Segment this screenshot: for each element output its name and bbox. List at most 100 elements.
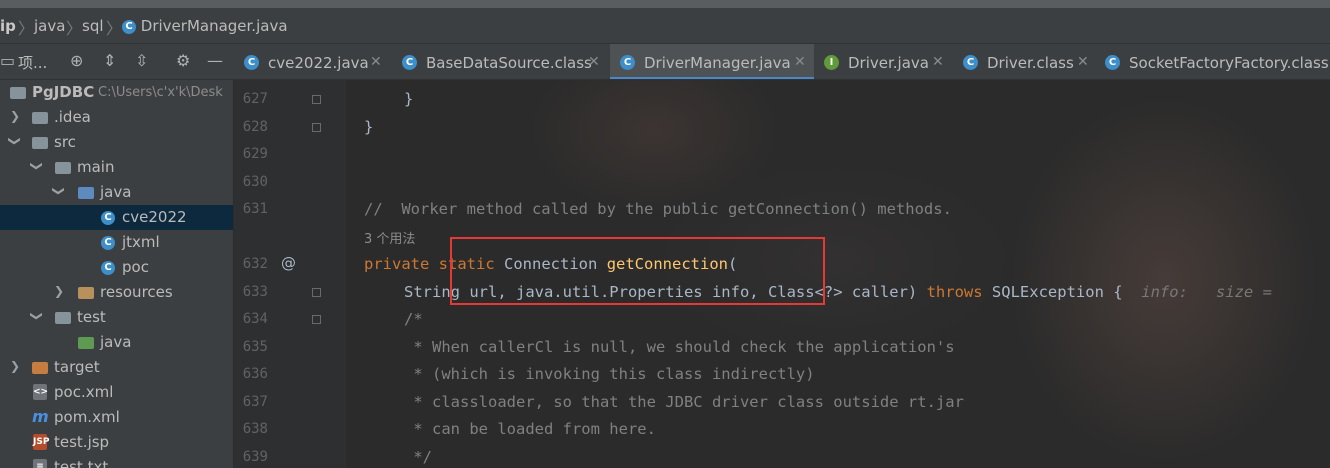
- usages-hint[interactable]: 3 个用法: [364, 228, 415, 247]
- chevron-down-icon[interactable]: ❯: [8, 136, 22, 146]
- project-panel-title[interactable]: 项...: [18, 52, 47, 73]
- locate-icon[interactable]: ⊕: [70, 52, 83, 70]
- close-icon[interactable]: ✕: [794, 54, 806, 70]
- tree-item-poc[interactable]: C poc: [0, 255, 233, 280]
- override-marker-icon[interactable]: @: [281, 254, 296, 272]
- tab-label: DriverManager.java: [644, 54, 791, 72]
- editor-gutter: 627 628 629 630 631 632 633 634 635 636 …: [234, 80, 346, 468]
- line-number: 636: [242, 366, 268, 382]
- module-folder-icon: [10, 87, 26, 99]
- close-icon[interactable]: ✕: [932, 54, 944, 70]
- chevron-down-icon[interactable]: ❯: [52, 186, 66, 196]
- tab-drivermanager[interactable]: C DriverManager.java ✕: [610, 44, 814, 79]
- class-icon: C: [101, 261, 115, 275]
- code-line-635: * When callerCl is null, we should check…: [404, 338, 955, 356]
- breadcrumb-item-sql[interactable]: sql: [82, 17, 104, 35]
- tree-item-main[interactable]: ❯ main: [0, 155, 233, 180]
- close-icon[interactable]: ✕: [370, 54, 382, 70]
- line-number: 634: [242, 311, 268, 327]
- code-line-631: // Worker method called by the public ge…: [364, 200, 952, 218]
- tree-item-java-main[interactable]: ❯ java: [0, 180, 233, 205]
- close-icon[interactable]: ✕: [588, 54, 600, 70]
- fold-marker-icon[interactable]: [312, 123, 321, 132]
- fold-marker-icon[interactable]: [312, 315, 321, 324]
- tree-item-label: poc.xml: [54, 383, 114, 401]
- hide-icon[interactable]: —: [207, 52, 223, 70]
- chevron-right-icon: 〉: [106, 19, 123, 38]
- tree-item-target[interactable]: ❯ target: [0, 355, 233, 380]
- tab-driver-java[interactable]: I Driver.java ✕: [814, 44, 953, 79]
- line-number: 638: [242, 421, 268, 437]
- tab-basedatasource[interactable]: C BaseDataSource.class ✕: [392, 44, 610, 79]
- tree-item-label: test.txt: [54, 458, 109, 468]
- chevron-right-icon: 〉: [66, 19, 83, 38]
- tab-label: Driver.class: [987, 54, 1074, 72]
- tree-item-test-txt[interactable]: ≡ test.txt: [0, 455, 233, 468]
- expand-all-icon[interactable]: ⇕: [103, 52, 116, 70]
- xml-file-icon: <>: [33, 384, 48, 400]
- tree-item-poc-xml[interactable]: <> poc.xml: [0, 380, 233, 405]
- debug-inlay-hint: info: size =: [1141, 283, 1272, 301]
- tree-item-pgjdbc[interactable]: PgJDBC C:\Users\c'x'k\Desk: [0, 80, 233, 105]
- project-tree: PgJDBC C:\Users\c'x'k\Desk ❯ .idea ❯ src…: [0, 80, 234, 468]
- close-icon[interactable]: ✕: [1077, 54, 1089, 70]
- tab-cve2022[interactable]: C cve2022.java ✕: [234, 44, 392, 79]
- class-icon: C: [402, 55, 417, 70]
- chevron-down-icon[interactable]: ❯: [30, 161, 44, 171]
- line-number: 628: [242, 119, 268, 135]
- folder-icon: [32, 137, 48, 149]
- text-file-icon: ≡: [33, 459, 47, 468]
- chevron-down-icon[interactable]: ❯: [30, 311, 44, 321]
- tree-item-path-hint: C:\Users\c'x'k\Desk: [98, 85, 223, 100]
- tab-socketfactoryfactory[interactable]: C SocketFactoryFactory.class: [1095, 44, 1330, 79]
- line-number: 637: [242, 394, 268, 410]
- code-token: SQLException {: [982, 283, 1123, 301]
- tab-driver-class[interactable]: C Driver.class ✕: [953, 44, 1095, 79]
- chevron-right-icon[interactable]: ❯: [54, 284, 64, 298]
- line-number: 631: [242, 201, 268, 217]
- tree-item-test-jsp[interactable]: JSP test.jsp: [0, 430, 233, 455]
- line-number: 630: [242, 174, 268, 190]
- code-line-639: */: [404, 448, 432, 466]
- tab-label: cve2022.java: [268, 54, 369, 72]
- breadcrumb: ip 〉 java 〉 sql 〉 C DriverManager.java: [0, 0, 1330, 44]
- tree-item-test[interactable]: ❯ test: [0, 305, 233, 330]
- breadcrumb-item-java[interactable]: java: [34, 17, 65, 35]
- tree-item-label: main: [77, 158, 115, 176]
- tree-item-label: test: [77, 308, 106, 326]
- breadcrumb-item-project[interactable]: ip: [0, 17, 16, 35]
- class-icon: C: [620, 55, 635, 70]
- code-line-628: }: [364, 118, 374, 136]
- class-icon: C: [1105, 55, 1120, 70]
- project-panel-toolbar: ▭ 项... ⊕ ⇕ ⇳ ⚙ —: [0, 44, 234, 80]
- code-line-638: * can be loaded from here.: [404, 420, 656, 438]
- gear-icon[interactable]: ⚙: [176, 52, 190, 70]
- tree-item-idea[interactable]: ❯ .idea: [0, 105, 233, 130]
- line-number: 627: [242, 91, 268, 107]
- tree-item-label: java: [100, 183, 132, 201]
- tab-label: BaseDataSource.class: [426, 54, 592, 72]
- tree-item-cve2022[interactable]: C cve2022: [0, 205, 233, 230]
- breadcrumb-item-file[interactable]: C DriverManager.java: [122, 17, 288, 35]
- chevron-right-icon[interactable]: ❯: [10, 359, 20, 373]
- tree-item-jtxml[interactable]: C jtxml: [0, 230, 233, 255]
- code-line-637: * classloader, so that the JDBC driver c…: [404, 393, 964, 411]
- tree-item-resources[interactable]: ❯ resources: [0, 280, 233, 305]
- collapse-all-icon[interactable]: ⇳: [135, 52, 148, 70]
- line-number: 632: [242, 256, 268, 272]
- line-number: 629: [242, 146, 268, 162]
- chevron-right-icon[interactable]: ❯: [10, 109, 20, 123]
- editor-tab-bar: C cve2022.java ✕ C BaseDataSource.class …: [234, 44, 1330, 80]
- folder-icon: [55, 162, 71, 174]
- fold-marker-icon[interactable]: [312, 95, 321, 104]
- tree-item-pom-xml[interactable]: m pom.xml: [0, 405, 233, 430]
- interface-icon: I: [824, 55, 839, 70]
- code-token: throws: [926, 283, 983, 301]
- code-editor[interactable]: 627 628 629 630 631 632 633 634 635 636 …: [234, 80, 1330, 468]
- line-number: 639: [242, 449, 268, 465]
- fold-marker-icon[interactable]: [312, 288, 321, 297]
- tree-item-src[interactable]: ❯ src: [0, 130, 233, 155]
- tree-item-label: cve2022: [122, 208, 187, 226]
- tree-item-label: resources: [100, 283, 173, 301]
- tree-item-java-test[interactable]: java: [0, 330, 233, 355]
